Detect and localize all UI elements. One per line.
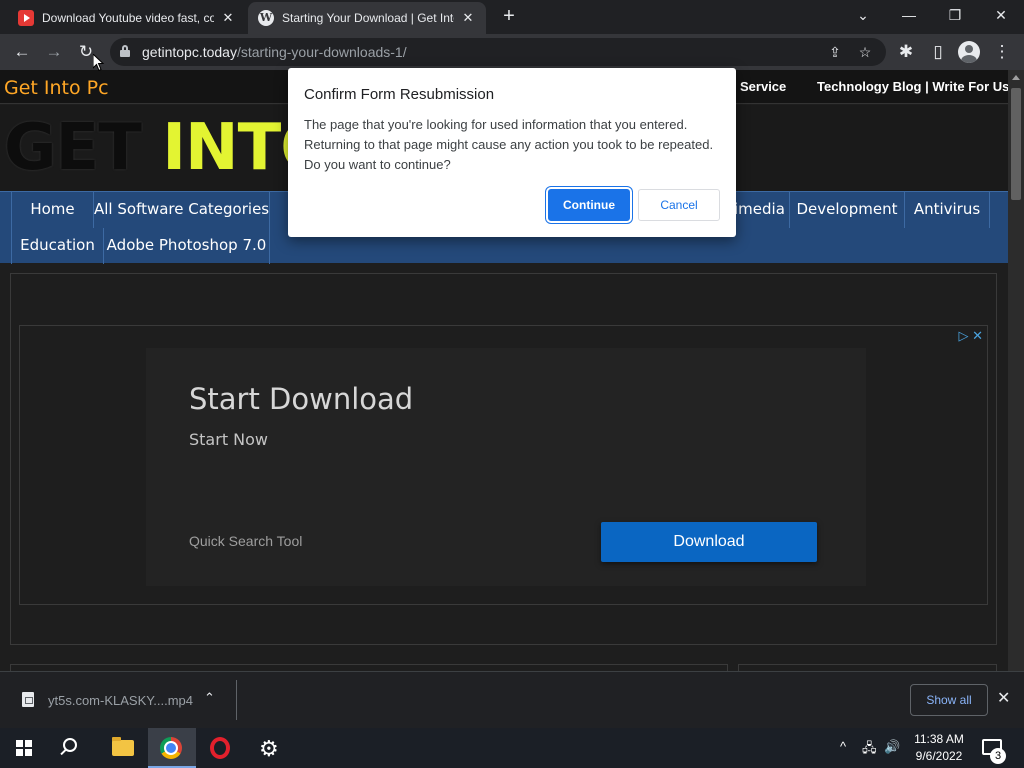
nav-home[interactable]: Home — [11, 192, 94, 228]
nav-education[interactable]: Education — [11, 228, 104, 264]
file-explorer-icon[interactable] — [112, 737, 134, 756]
share-icon[interactable]: ⇪ — [824, 42, 846, 62]
back-button[interactable]: ← — [8, 38, 36, 66]
tab-title: Starting Your Download | Get Into — [282, 11, 454, 25]
dialog-line: Returning to that page might cause any a… — [304, 137, 714, 152]
close-tab-icon[interactable]: ✕ — [460, 10, 476, 26]
advertisement: ▷ ✕ Start Download Start Now Quick Searc… — [19, 325, 988, 605]
nav-development[interactable]: Development — [790, 192, 905, 228]
nav-adobe-photoshop[interactable]: Adobe Photoshop 7.0 — [104, 228, 270, 264]
wordpress-icon: W — [258, 10, 274, 26]
tab-title: Download Youtube video fast, co — [42, 11, 214, 25]
download-item[interactable]: yt5s.com-KLASKY....mp4 — [48, 693, 193, 708]
url-path: /starting-your-downloads-1/ — [236, 44, 407, 60]
show-all-button[interactable]: Show all — [910, 684, 988, 716]
scrollbar-thumb[interactable] — [1011, 88, 1021, 200]
extensions-icon[interactable]: ✱ — [892, 38, 920, 66]
nav-all-software-categories[interactable]: All Software Categories — [94, 192, 270, 228]
browser-tab-strip: Download Youtube video fast, co ✕ W Star… — [0, 0, 1024, 34]
service-link[interactable]: Service — [740, 79, 786, 94]
close-window-button[interactable]: ✕ — [978, 0, 1024, 30]
sidebar-panel — [738, 664, 997, 671]
ad-tool-label: Quick Search Tool — [189, 533, 303, 549]
tab-youtube-downloader[interactable]: Download Youtube video fast, co ✕ — [8, 2, 246, 34]
restore-button[interactable]: ❐ — [932, 0, 978, 30]
dialog-title: Confirm Form Resubmission — [304, 86, 495, 103]
page-scrollbar[interactable] — [1008, 70, 1024, 671]
file-icon — [22, 692, 34, 707]
side-panel-icon[interactable]: ▯ — [924, 38, 952, 66]
close-tab-icon[interactable]: ✕ — [220, 10, 236, 26]
chrome-taskbar-button[interactable] — [148, 728, 196, 768]
ad-title: Start Download — [189, 382, 414, 416]
lock-icon — [120, 45, 130, 57]
windows-taskbar: ⚙ ^ 🖧 🔊 11:38 AM 9/6/2022 3 — [0, 728, 1024, 768]
url-domain: getintopc.today — [142, 44, 237, 60]
screen: Download Youtube video fast, co ✕ W Star… — [0, 0, 1024, 768]
close-shelf-icon[interactable]: ✕ — [997, 688, 1010, 708]
logo-text-get: GET — [4, 111, 142, 185]
nav-antivirus[interactable]: Antivirus — [905, 192, 990, 228]
tab-search-icon[interactable]: ⌄ — [840, 0, 886, 30]
ad-subtitle: Start Now — [189, 430, 269, 449]
menu-kebab-icon[interactable]: ⋮ — [988, 38, 1016, 66]
content-panel — [10, 664, 728, 671]
dialog-message: The page that you're looking for used in… — [304, 115, 724, 175]
url-text: getintopc.today/starting-your-downloads-… — [142, 44, 407, 60]
cancel-button[interactable]: Cancel — [638, 189, 720, 221]
ad-choices-icon[interactable]: ▷ ✕ — [958, 328, 983, 344]
profile-avatar-icon[interactable] — [958, 41, 980, 63]
browser-toolbar: ← → ↻ getintopc.today/starting-your-down… — [0, 34, 1024, 70]
address-bar[interactable]: getintopc.today/starting-your-downloads-… — [110, 38, 886, 66]
search-icon[interactable] — [63, 738, 77, 752]
system-clock[interactable]: 11:38 AM 9/6/2022 — [906, 731, 972, 765]
clock-date: 9/6/2022 — [915, 749, 963, 763]
notification-count-badge: 3 — [990, 748, 1006, 764]
new-tab-button[interactable]: + — [496, 6, 522, 28]
chevron-up-icon[interactable]: ^ — [840, 739, 846, 754]
content-area: ▷ ✕ Start Download Start Now Quick Searc… — [10, 273, 997, 645]
download-shelf: yt5s.com-KLASKY....mp4 ⌃ Show all ✕ — [0, 671, 1024, 728]
youtube-icon — [18, 10, 34, 26]
windows-start-icon[interactable] — [16, 740, 33, 756]
opera-icon[interactable] — [210, 737, 230, 759]
dialog-line: The page that you're looking for used in… — [304, 117, 688, 132]
divider — [236, 680, 237, 720]
forward-button[interactable]: → — [40, 38, 68, 66]
network-icon[interactable]: 🖧 — [862, 739, 877, 761]
chrome-icon — [160, 737, 182, 759]
settings-gear-icon[interactable]: ⚙ — [259, 736, 279, 762]
tab-starting-download[interactable]: W Starting Your Download | Get Into ✕ — [248, 2, 486, 34]
minimize-button[interactable]: — — [886, 0, 932, 30]
scroll-up-icon[interactable] — [1012, 75, 1020, 80]
clock-time: 11:38 AM — [914, 732, 964, 746]
confirm-resubmission-dialog: Confirm Form Resubmission The page that … — [288, 68, 736, 237]
tech-blog-link[interactable]: Technology Blog | Write For Us — [817, 79, 1008, 94]
dialog-line: Do you want to continue? — [304, 157, 451, 172]
chevron-up-icon[interactable]: ⌃ — [204, 690, 215, 706]
site-name-link[interactable]: Get Into Pc — [4, 77, 109, 99]
volume-icon[interactable]: 🔊 — [884, 739, 900, 755]
continue-button[interactable]: Continue — [548, 189, 630, 221]
ad-download-button[interactable]: Download — [601, 522, 817, 562]
site-logo[interactable]: GET INTO — [4, 111, 335, 185]
ad-creative[interactable]: Start Download Start Now Quick Search To… — [146, 348, 866, 586]
bookmark-star-icon[interactable]: ☆ — [854, 42, 876, 62]
